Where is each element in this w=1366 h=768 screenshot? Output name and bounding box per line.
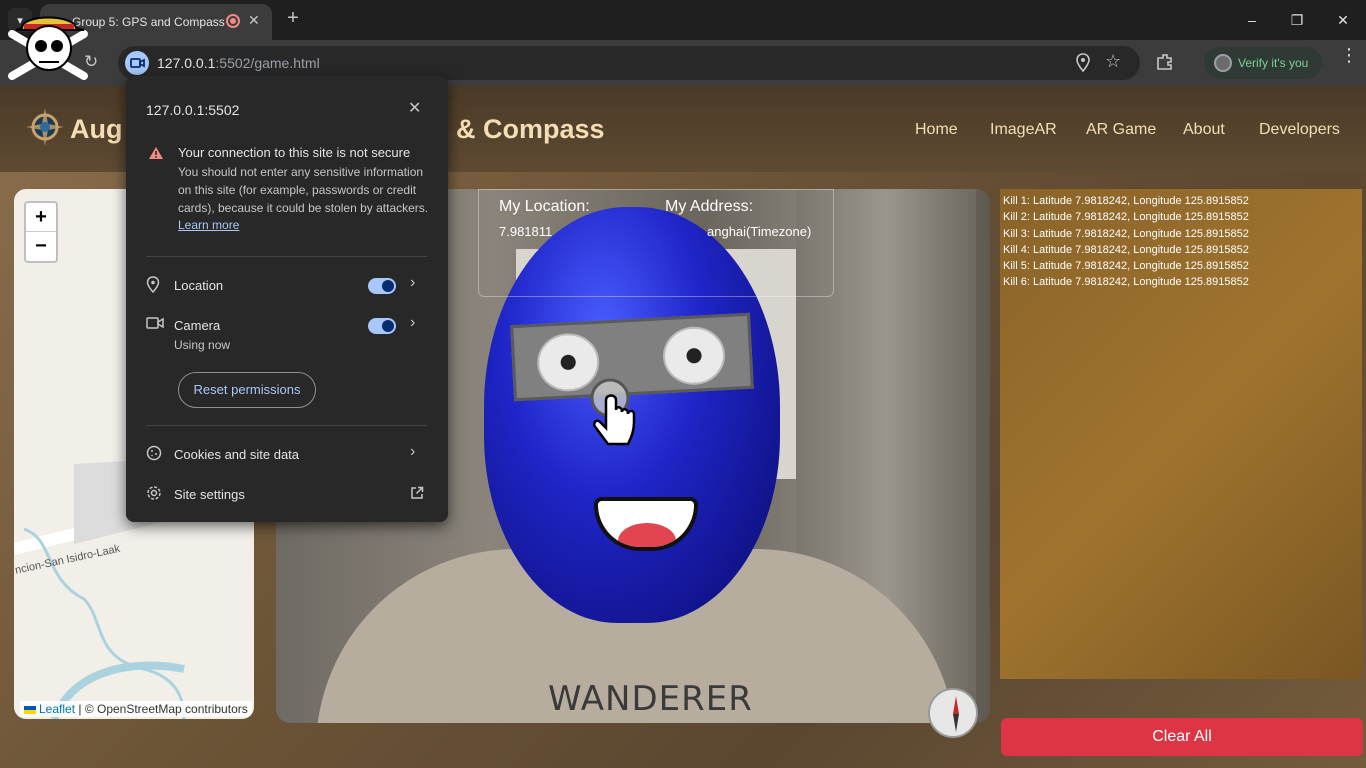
learn-more-link[interactable]: Learn more [178,218,239,232]
kills-panel: Kill 1: Latitude 7.9818242, Longitude 12… [1000,189,1362,679]
nav-developers[interactable]: Developers [1259,121,1340,139]
camera-status: Using now [174,338,231,352]
divider [146,425,427,426]
map-river [23,527,186,719]
insecure-connection-title: Your connection to this site is not secu… [178,145,411,160]
nav-about[interactable]: About [1183,121,1225,139]
ukraine-flag-icon [24,705,36,714]
nav-imagear[interactable]: ImageAR [990,121,1057,139]
site-info-popup: 127.0.0.1:5502 ✕ Your connection to this… [126,76,448,522]
site-settings-label: Site settings [174,487,245,502]
gear-icon [147,486,161,500]
tab-bar: ▾ Group 5: GPS and Compass ✕ + – ❐ ✕ [0,0,1366,40]
nav-home[interactable]: Home [915,121,958,139]
camera-label: Camera [174,318,221,333]
kill-entry: Kill 2: Latitude 7.9818242, Longitude 12… [1003,211,1249,224]
ar-right-eye [661,325,727,387]
brand-title-left[interactable]: Aug [70,114,122,145]
zoom-in-button[interactable]: + [26,203,56,232]
location-toggle[interactable] [368,278,396,294]
url-text[interactable]: 127.0.0.1:5502/game.html [157,55,320,71]
zoom-out-button[interactable]: − [26,232,56,261]
site-info-icon[interactable] [125,51,149,75]
verify-text: Verify it's you [1238,56,1309,70]
leaflet-link[interactable]: Leaflet [39,702,75,716]
extensions-icon[interactable] [1155,52,1175,77]
my-address-value: anghai(Timezone) [707,224,812,239]
kill-entry: Kill 5: Latitude 7.9818242, Longitude 12… [1003,260,1249,273]
verify-profile-button[interactable]: Verify it's you [1204,47,1322,79]
avatar [1214,54,1232,72]
cookies-label: Cookies and site data [174,447,300,462]
chevron-right-icon[interactable]: › [410,443,415,461]
compass-icon [928,688,978,738]
zoom-control: + − [24,201,58,263]
location-pin-icon[interactable] [1076,53,1090,78]
tab-close-icon[interactable]: ✕ [248,12,260,29]
site-settings-row[interactable]: Site settings [146,479,427,509]
shirt-text: WANDERER [548,679,753,719]
cookies-row[interactable]: Cookies and site data › [146,439,427,469]
chevron-right-icon[interactable]: › [410,274,415,292]
my-address-label: My Address: [665,198,754,215]
maximize-button[interactable]: ❐ [1285,8,1309,32]
kill-entry: Kill 1: Latitude 7.9818242, Longitude 12… [1003,195,1249,207]
location-label: Location [174,278,224,293]
menu-icon[interactable]: ⋮ [1340,46,1358,64]
reset-permissions-button[interactable]: Reset permissions [178,372,316,408]
address-bar[interactable]: 127.0.0.1:5502/game.html ☆ [118,46,1140,80]
camera-permission-row[interactable]: Camera Using now › [146,310,427,352]
recording-icon [226,14,240,28]
popup-title: 127.0.0.1:5502 [146,102,240,118]
new-tab-button[interactable]: + [282,8,304,30]
nav-ar-game[interactable]: AR Game [1086,121,1156,139]
insecure-connection-body: You should not enter any sensitive infor… [178,165,429,215]
minimize-button[interactable]: – [1240,8,1264,32]
my-location-value: 7.981811 [499,224,553,239]
close-window-button[interactable]: ✕ [1331,8,1355,32]
location-info-box: My Location: 7.981811 My Address: anghai… [478,189,834,297]
kill-entry: Kill 3: Latitude 7.9818242, Longitude 12… [1003,227,1249,240]
bookmark-star-icon[interactable]: ☆ [1105,51,1121,72]
map-attribution: Leaflet | © OpenStreetMap contributors [20,701,252,717]
popup-close-icon[interactable]: ✕ [408,98,421,118]
camera-toggle[interactable] [368,318,396,334]
location-permission-row[interactable]: Location › [146,270,427,300]
location-pin-icon [146,276,160,294]
kill-entry: Kill 6: Latitude 7.9818242, Longitude 12… [1003,276,1249,289]
clear-all-button[interactable]: Clear All [1001,718,1363,756]
my-location-label: My Location: [499,198,590,215]
kill-entry: Kill 4: Latitude 7.9818242, Longitude 12… [1003,243,1249,256]
warning-icon [149,147,163,159]
brand-title-right[interactable]: & Compass [456,114,605,145]
external-link-icon[interactable] [410,486,424,500]
chevron-right-icon[interactable]: › [410,314,415,332]
compass-logo-icon [26,108,64,146]
cookie-icon [146,445,162,461]
pirate-skull-logo-icon [8,16,88,80]
camera-icon [146,317,164,329]
hand-cursor-icon [590,378,636,446]
divider [146,256,427,257]
